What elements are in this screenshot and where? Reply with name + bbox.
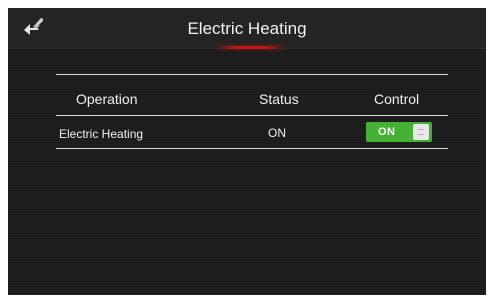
column-header-operation: Operation xyxy=(76,91,138,107)
knob-grip-icon xyxy=(418,129,424,135)
column-header-status: Status xyxy=(259,91,299,107)
page-title: Electric Heating xyxy=(187,19,307,38)
title-accent-bar xyxy=(217,46,285,49)
electric-heating-toggle[interactable]: ON xyxy=(366,122,432,142)
column-header-control: Control xyxy=(374,91,420,107)
toggle-state-label: ON xyxy=(378,126,396,138)
row-operation-label: Electric Heating xyxy=(59,127,144,141)
header-bar: Electric Heating xyxy=(8,8,486,49)
toggle-knob xyxy=(413,124,429,140)
table-header-divider xyxy=(56,115,448,116)
table-row-divider xyxy=(56,148,448,149)
table-top-divider xyxy=(56,74,448,75)
row-status-value: ON xyxy=(268,126,286,140)
device-screen: Electric Heating Operation Status Contro… xyxy=(8,8,486,295)
